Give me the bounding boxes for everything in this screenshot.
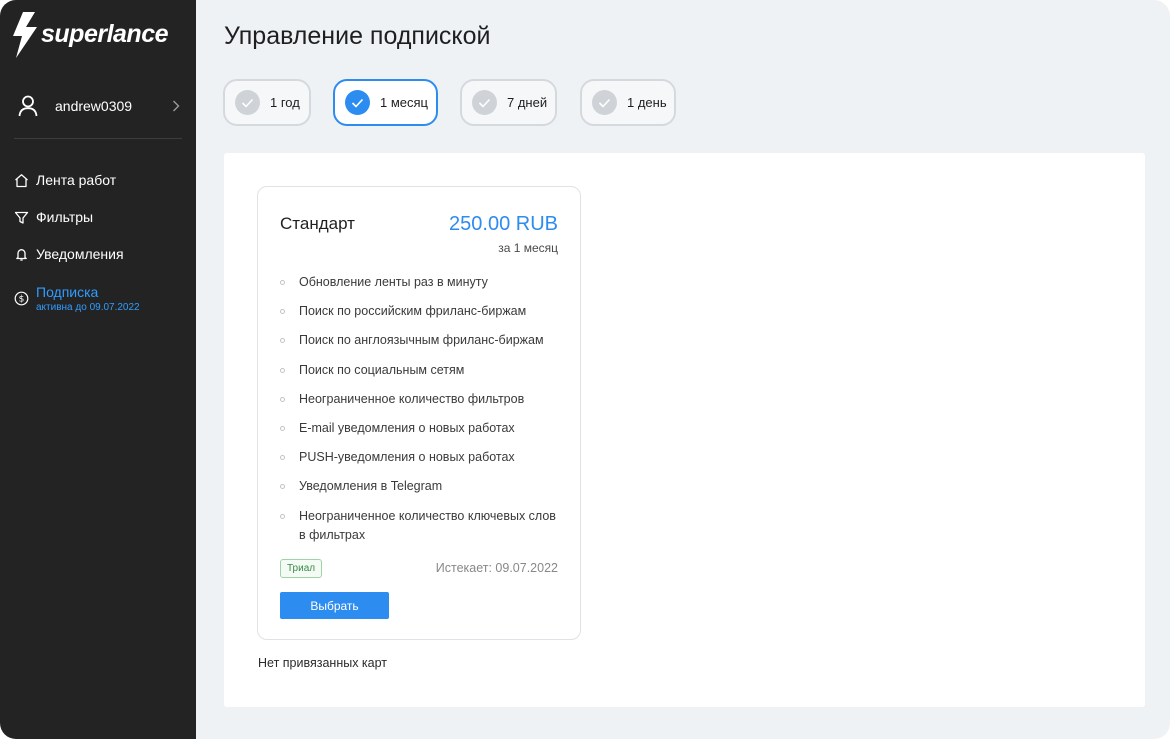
check-icon bbox=[472, 90, 497, 115]
sidebar-item-filters[interactable]: Фильтры bbox=[14, 208, 93, 226]
plan-period: за 1 месяц bbox=[498, 241, 558, 255]
chevron-right-icon bbox=[173, 100, 180, 112]
sidebar-item-label: Фильтры bbox=[36, 209, 94, 225]
plan-name: Стандарт bbox=[280, 214, 355, 233]
sidebar-item-label: Подписка bbox=[36, 284, 99, 300]
feature-item: Поиск по российским фриланс-биржам bbox=[280, 302, 565, 322]
feature-item: E-mail уведомления о новых работах bbox=[280, 419, 565, 439]
sidebar-item-feed[interactable]: Лента работ bbox=[14, 171, 116, 189]
dollar-circle-icon: $ bbox=[14, 291, 29, 306]
bell-icon bbox=[16, 249, 27, 261]
trial-badge: Триал bbox=[280, 559, 323, 578]
feature-item: Неограниченное количество фильтров bbox=[280, 390, 565, 410]
feature-item: PUSH-уведомления о новых работах bbox=[280, 448, 565, 468]
period-label: 1 год bbox=[270, 95, 300, 110]
feature-item: Обновление ленты раз в минуту bbox=[280, 273, 565, 293]
sidebar-divider bbox=[14, 138, 182, 139]
feature-text: Неограниченное количество фильтров bbox=[299, 391, 525, 406]
app-window: superlance andrew0309 Лента работ Фильтр… bbox=[0, 0, 1170, 739]
period-option-1-day[interactable]: 1 день bbox=[580, 79, 676, 126]
subscription-status: активна до 09.07.2022 bbox=[36, 302, 140, 313]
period-label: 1 день bbox=[627, 95, 667, 110]
period-option-1-year[interactable]: 1 год bbox=[223, 79, 311, 126]
bullet-icon bbox=[280, 367, 285, 373]
plan-price: 250.00 RUB bbox=[449, 213, 558, 235]
feature-item: Поиск по социальным сетям bbox=[280, 361, 565, 381]
bullet-icon bbox=[280, 396, 285, 402]
plan-card: Стандарт 250.00 RUB за 1 месяц Обновлени… bbox=[257, 186, 581, 640]
home-icon bbox=[15, 174, 28, 188]
choose-plan-button[interactable]: Выбрать bbox=[280, 592, 389, 619]
feature-text: Поиск по социальным сетям bbox=[299, 362, 465, 377]
period-option-1-month[interactable]: 1 месяц bbox=[333, 79, 438, 126]
lightning-icon bbox=[13, 12, 37, 58]
bullet-icon bbox=[280, 280, 285, 285]
feature-text: Поиск по англоязычным фриланс-биржам bbox=[299, 333, 544, 348]
no-cards-message: Нет привязанных карт bbox=[258, 656, 388, 670]
user-profile-link[interactable]: andrew0309 bbox=[18, 92, 184, 120]
expiry-date: Истекает: 09.07.2022 bbox=[435, 561, 558, 575]
username: andrew0309 bbox=[55, 98, 133, 114]
page-title: Управление подпиской bbox=[224, 22, 491, 50]
bullet-icon bbox=[280, 513, 285, 519]
sidebar-item-notifications[interactable]: Уведомления bbox=[14, 245, 124, 263]
sidebar: superlance andrew0309 Лента работ Фильтр… bbox=[0, 0, 196, 739]
period-label: 7 дней bbox=[507, 95, 548, 110]
check-icon bbox=[345, 90, 370, 115]
feature-text: Обновление ленты раз в минуту bbox=[299, 275, 488, 289]
sidebar-item-label-wrap: Подписка активна до 09.07.2022 bbox=[36, 283, 140, 314]
svg-text:$: $ bbox=[19, 295, 25, 305]
feature-text: Уведомления в Telegram bbox=[299, 479, 443, 494]
check-icon bbox=[235, 90, 260, 115]
sidebar-item-subscription[interactable]: $ Подписка активна до 09.07.2022 bbox=[14, 283, 140, 314]
bullet-icon bbox=[280, 484, 285, 490]
feature-item: Уведомления в Telegram bbox=[280, 477, 565, 497]
feature-text: Неограниченное количество ключевых слов … bbox=[299, 508, 556, 543]
logo[interactable]: superlance bbox=[12, 12, 169, 58]
bullet-icon bbox=[280, 455, 285, 461]
bullet-icon bbox=[280, 425, 285, 431]
feature-list: Обновление ленты раз в минуту Поиск по р… bbox=[280, 273, 565, 555]
user-icon bbox=[18, 95, 38, 117]
sidebar-item-label: Уведомления bbox=[36, 246, 124, 262]
logo-text: superlance bbox=[41, 19, 169, 48]
feature-text: Поиск по российским фриланс-биржам bbox=[299, 304, 527, 319]
check-icon bbox=[592, 90, 617, 115]
sidebar-item-label: Лента работ bbox=[36, 172, 117, 188]
feature-item: Неограниченное количество ключевых слов … bbox=[280, 507, 565, 546]
feature-text: E-mail уведомления о новых работах bbox=[299, 420, 515, 435]
bullet-icon bbox=[280, 309, 285, 315]
period-label: 1 месяц bbox=[380, 95, 428, 110]
feature-text: PUSH-уведомления о новых работах bbox=[299, 450, 515, 465]
filter-icon bbox=[14, 211, 29, 224]
period-option-7-days[interactable]: 7 дней bbox=[460, 79, 557, 126]
bullet-icon bbox=[280, 338, 285, 344]
feature-item: Поиск по англоязычным фриланс-биржам bbox=[280, 331, 565, 351]
